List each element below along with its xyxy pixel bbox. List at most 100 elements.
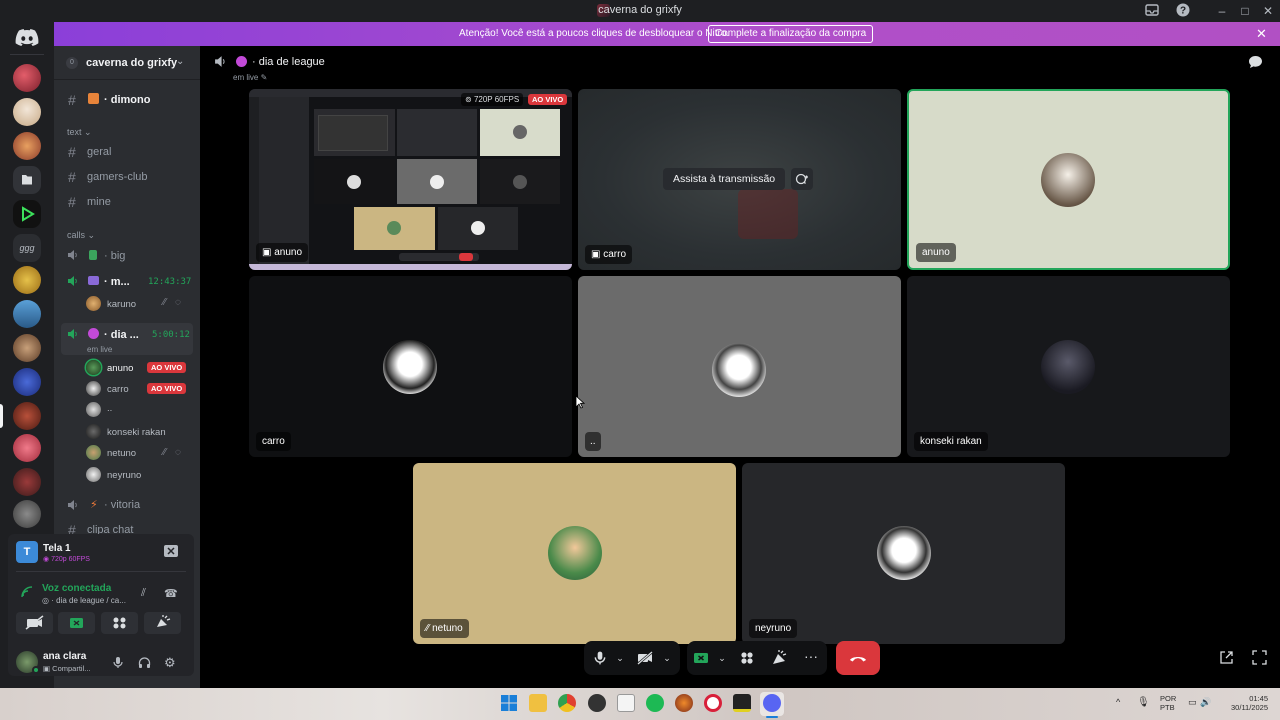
stop-stream-icon[interactable] (164, 545, 178, 557)
tile-label: konseki rakan (914, 432, 988, 451)
guild-header[interactable]: 0 caverna do grixfy ⌄ (54, 46, 200, 80)
soundboard-button[interactable] (771, 650, 787, 666)
server-icon[interactable] (13, 500, 41, 528)
category-text[interactable]: text ⌄ (67, 127, 92, 138)
clock[interactable]: 01:45 30/11/2025 (1226, 694, 1268, 712)
hang-up-button[interactable] (836, 641, 880, 675)
voice-user-carro[interactable]: carro (107, 384, 129, 395)
participant-tile-netuno[interactable]: ⁄⁄ netuno (413, 463, 736, 644)
language-indicator[interactable]: POR PTB (1160, 694, 1176, 712)
channel-gamers-club[interactable]: gamers-club (87, 171, 148, 183)
server-icon[interactable] (13, 434, 41, 462)
screen-share-button[interactable] (58, 612, 95, 634)
watch-stream-button[interactable]: Assista à transmissão (663, 168, 786, 190)
server-icon[interactable] (13, 266, 41, 294)
server-icon[interactable]: ggg (13, 234, 41, 262)
participant-tile-dots[interactable]: .. (578, 276, 901, 457)
stop-screen-share-button[interactable] (693, 650, 709, 666)
headphones-icon[interactable] (138, 656, 151, 669)
voice-user-karuno[interactable]: karuno (107, 299, 136, 310)
maximize-icon[interactable]: □ (1237, 3, 1253, 19)
channel-mine[interactable]: mine (87, 196, 111, 208)
participant-tile-anuno[interactable]: anuno (907, 89, 1230, 270)
server-icon[interactable] (13, 402, 41, 430)
chat-icon[interactable] (1248, 55, 1263, 69)
chevron-up-icon[interactable]: ^ (1116, 697, 1120, 707)
stream-tile-carro[interactable]: Assista à transmissão ▣ carro (578, 89, 901, 270)
discord-taskbar-icon[interactable] (763, 694, 781, 712)
voice-channel-dia[interactable]: · dia ... (104, 329, 139, 341)
guild-name: caverna do grixfy (86, 57, 178, 69)
avatar (86, 296, 101, 311)
soundboard-button[interactable] (144, 612, 181, 634)
channel-dimono[interactable]: · dimono (104, 94, 150, 106)
popout-icon[interactable] (1219, 650, 1234, 665)
disconnect-icon[interactable]: ☎ (164, 587, 178, 600)
camera-off-button[interactable] (636, 650, 653, 666)
avatar (712, 343, 766, 397)
server-icon[interactable] (13, 300, 41, 328)
more-options-button[interactable]: ··· (803, 649, 819, 666)
voice-user-netuno[interactable]: netuno (107, 448, 136, 459)
microphone-button[interactable] (593, 650, 609, 666)
server-icon[interactable] (13, 132, 41, 160)
close-banner-icon[interactable]: ✕ (1256, 26, 1267, 42)
voice-channel-m[interactable]: · m... (104, 276, 130, 288)
minimize-icon[interactable]: – (1214, 3, 1230, 19)
tile-label: .. (585, 432, 601, 451)
opera-icon[interactable] (704, 694, 722, 712)
app-icon[interactable] (588, 694, 606, 712)
file-explorer-icon[interactable] (529, 694, 547, 712)
complete-purchase-button[interactable]: Complete a finalização da compra (708, 25, 874, 43)
windows-start-icon[interactable] (500, 694, 518, 712)
server-icon[interactable] (13, 368, 41, 396)
chevron-down-icon[interactable]: ⌄ (612, 650, 628, 666)
notepad-icon[interactable] (617, 694, 635, 712)
server-icon[interactable] (13, 200, 41, 228)
speaker-icon (214, 55, 227, 68)
server-icon[interactable] (13, 64, 41, 92)
noise-suppression-icon[interactable]: ⫽ (141, 587, 146, 600)
server-icon[interactable] (13, 98, 41, 126)
category-calls[interactable]: calls ⌄ (67, 230, 95, 241)
app-icon[interactable] (733, 694, 751, 712)
voice-user-anuno[interactable]: anuno (107, 363, 133, 374)
help-icon[interactable]: ? (1176, 3, 1192, 19)
stream-tile-anuno[interactable]: ⊚ 720P 60FPS AO VIVO ▣ anuno (249, 89, 572, 270)
participant-tile-konseki[interactable]: konseki rakan (907, 276, 1230, 457)
activities-button[interactable] (101, 612, 138, 634)
voice-channel-big[interactable]: · big (104, 250, 125, 262)
network-icon[interactable]: ▭ (1188, 697, 1197, 708)
server-icon[interactable] (13, 334, 41, 362)
browser-icon[interactable] (675, 694, 693, 712)
fullscreen-icon[interactable] (1252, 650, 1267, 665)
voice-user-neyruno[interactable]: neyruno (107, 470, 141, 481)
participant-tile-carro[interactable]: carro (249, 276, 572, 457)
participant-tile-neyruno[interactable]: neyruno (742, 463, 1065, 644)
activities-button[interactable] (739, 650, 755, 666)
camera-toggle-button[interactable] (16, 612, 53, 634)
channel-geral[interactable]: geral (87, 146, 111, 158)
close-window-icon[interactable]: ✕ (1260, 3, 1276, 19)
os-taskbar (0, 688, 1280, 720)
volume-icon[interactable]: 🔊 (1200, 697, 1211, 708)
server-icon[interactable] (13, 468, 41, 496)
channel-label: m... (110, 276, 130, 288)
gear-icon[interactable]: ⚙ (164, 655, 176, 671)
inbox-icon[interactable] (1145, 3, 1161, 19)
voice-user-dots[interactable]: .. (107, 403, 112, 414)
live-badge: AO VIVO (147, 362, 187, 373)
preview-tile (480, 159, 560, 204)
voice-user-konseki[interactable]: konseki rakan (107, 427, 166, 438)
microphone-icon[interactable] (112, 656, 124, 669)
folder-icon[interactable] (13, 166, 41, 194)
voice-channel-vitoria[interactable]: · vitoria (104, 499, 140, 511)
spotify-icon[interactable] (646, 694, 664, 712)
discord-home-icon[interactable] (15, 28, 39, 46)
popout-stream-button[interactable] (791, 168, 813, 190)
chrome-icon[interactable] (558, 694, 576, 712)
microphone-tray-icon[interactable]: 🎙 (1137, 697, 1150, 708)
avatar (86, 467, 101, 482)
chevron-down-icon[interactable]: ⌄ (714, 650, 730, 666)
chevron-down-icon[interactable]: ⌄ (659, 650, 675, 666)
